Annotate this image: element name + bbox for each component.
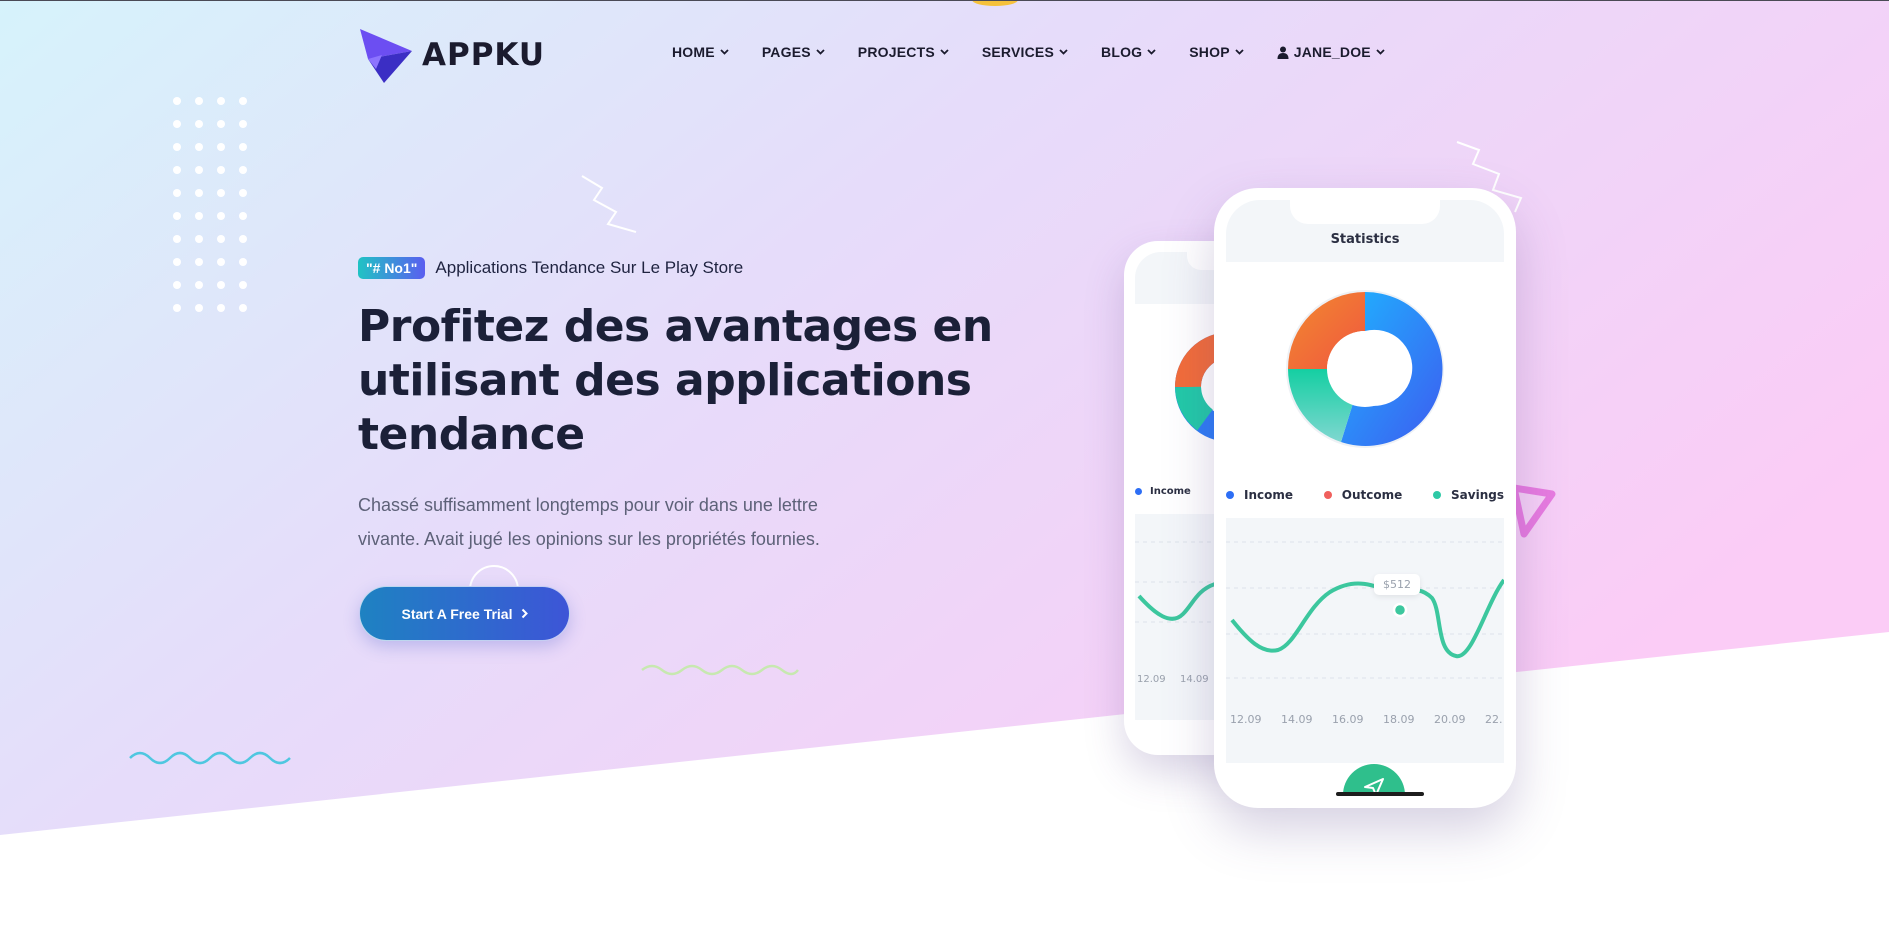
main-nav: HOME PAGES PROJECTS SERVICES BLOG SHOP J… (672, 44, 1385, 60)
nav-item-blog[interactable]: BLOG (1101, 44, 1156, 60)
x-label: 22. (1485, 713, 1503, 726)
nav-label: SERVICES (981, 44, 1055, 60)
phone-back-xlabel: 14.09 (1180, 674, 1209, 685)
legend-label: Savings (1451, 488, 1504, 502)
tagline: "# No1" Applications Tendance Sur Le Pla… (358, 257, 743, 279)
chevron-down-icon (1376, 49, 1385, 55)
phone-front-screen: Statistics Income Outcome Savings $512 1… (1226, 200, 1504, 796)
wave-decoration-blue (129, 751, 291, 765)
line-series (1230, 578, 1504, 659)
dot-grid-decoration (173, 97, 247, 312)
x-label: 20.09 (1434, 713, 1466, 726)
x-label: 18.09 (1383, 713, 1415, 726)
tagline-text: Applications Tendance Sur Le Play Store (435, 258, 744, 277)
nav-item-pages[interactable]: PAGES (762, 44, 825, 60)
logo[interactable]: APPKU (358, 25, 545, 85)
logo-text: APPKU (422, 37, 546, 73)
hero-headline: Profitez des avantages en utilisant des … (358, 301, 993, 460)
legend-dot-outcome (1323, 491, 1332, 499)
phone-back-xlabel: 12.09 (1137, 674, 1166, 685)
hero-background (0, 0, 1889, 926)
cta-label: Start A Free Trial (401, 605, 513, 622)
nav-label: PAGES (761, 44, 811, 60)
nav-item-projects[interactable]: PROJECTS (858, 44, 949, 60)
no1-badge: "# No1" (358, 257, 426, 279)
nav-item-user[interactable]: JANE_DOE (1277, 44, 1385, 60)
nav-item-home[interactable]: HOME (672, 44, 729, 60)
top-border-line (0, 0, 1889, 1)
statistics-donut-chart (1286, 290, 1444, 448)
phone-back-legend: Income (1135, 486, 1191, 497)
nav-label: HOME (672, 44, 715, 60)
x-label: 16.09 (1332, 713, 1364, 726)
chevron-right-icon (521, 608, 528, 619)
chevron-down-icon (1059, 49, 1068, 55)
legend-item-savings: Savings (1433, 488, 1504, 502)
legend-item-outcome: Outcome (1323, 488, 1403, 502)
statistics-legend: Income Outcome Savings (1226, 488, 1504, 502)
user-icon (1277, 46, 1289, 59)
logo-icon (360, 29, 412, 83)
wave-decoration-green (641, 664, 799, 676)
line-graph-svg (1226, 541, 1504, 679)
line-point-highlight (1392, 602, 1408, 618)
nav-label: PROJECTS (857, 44, 935, 60)
hero-subtext: Chassé suffisamment longtemps pour voir … (358, 495, 820, 549)
home-indicator-bar (1336, 792, 1424, 796)
nav-item-services[interactable]: SERVICES (982, 44, 1068, 60)
legend-item-income: Income (1226, 488, 1293, 502)
nav-label: BLOG (1101, 44, 1143, 60)
phone-notch (1290, 200, 1440, 224)
statistics-title: Statistics (1330, 232, 1400, 247)
statistics-line-graph: $512 12.09 14.09 16.09 18.09 20.09 22. (1226, 518, 1504, 763)
legend-label: Outcome (1341, 488, 1403, 502)
chevron-down-icon (816, 49, 825, 55)
zigzag-decoration (581, 175, 637, 233)
nav-label: JANE_DOE (1293, 44, 1371, 60)
legend-label-income: Income (1150, 486, 1191, 497)
nav-label: SHOP (1189, 44, 1230, 60)
legend-dot-income (1135, 488, 1142, 495)
chevron-down-icon (1147, 49, 1156, 55)
start-free-trial-button[interactable]: Start A Free Trial (359, 586, 570, 641)
phone-mockup-front: Statistics Income Outcome Savings $512 1… (1214, 188, 1516, 808)
legend-label: Income (1244, 488, 1294, 502)
chevron-down-icon (720, 49, 729, 55)
x-label: 12.09 (1230, 713, 1262, 726)
value-tooltip: $512 (1374, 574, 1420, 595)
chevron-down-icon (1235, 49, 1244, 55)
legend-dot-savings (1433, 491, 1442, 499)
legend-dot-income (1226, 491, 1234, 499)
x-label: 14.09 (1281, 713, 1313, 726)
nav-item-shop[interactable]: SHOP (1189, 44, 1244, 60)
chevron-down-icon (940, 49, 949, 55)
